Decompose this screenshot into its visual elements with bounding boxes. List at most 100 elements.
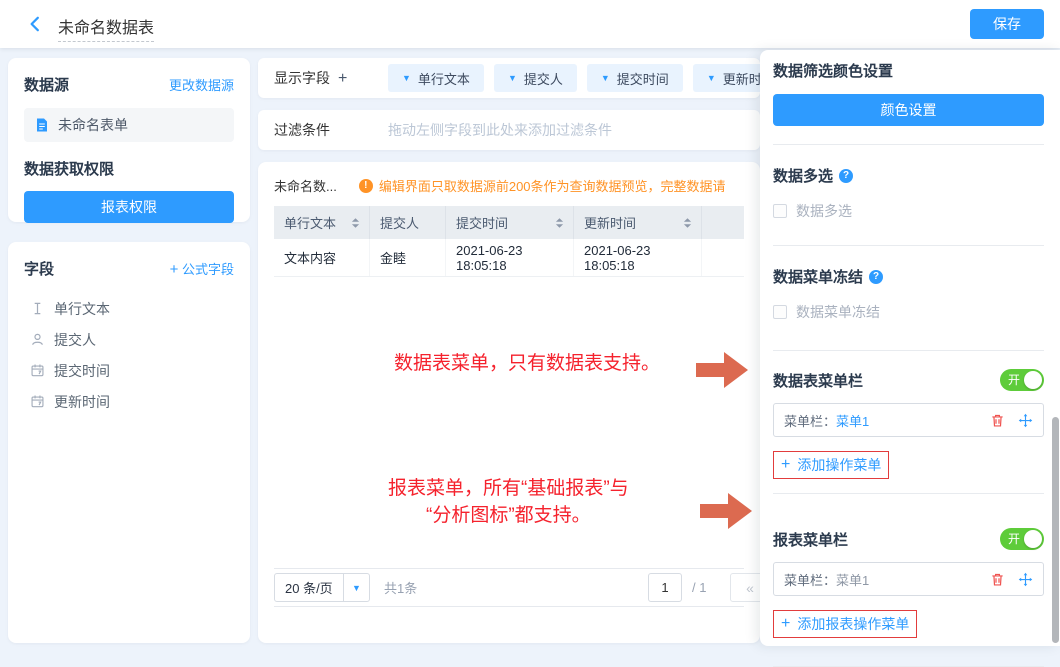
grid-column-header[interactable]: 提交人 <box>370 206 446 239</box>
chevron-down-icon: ▼ <box>707 73 716 83</box>
table-title: 未命名数... <box>274 176 337 195</box>
annotation-table-menu: 数据表菜单，只有数据表支持。 <box>394 350 660 377</box>
page-size-select[interactable]: 20 条/页 ▼ <box>274 573 370 602</box>
field-item[interactable]: 提交人 <box>24 324 234 355</box>
sort-arrows-icon[interactable] <box>676 216 693 230</box>
report-permission-button[interactable]: 报表权限 <box>24 191 234 223</box>
divider <box>773 493 1044 494</box>
grid-column-header[interactable]: 提交时间 <box>446 206 574 239</box>
table-cell: 金睦 <box>370 239 446 276</box>
block-arrow-right-icon <box>700 489 752 538</box>
table-row[interactable]: 文本内容金睦2021-06-23 18:05:182021-06-23 18:0… <box>274 239 744 277</box>
total-count: 共1条 <box>384 578 417 597</box>
page-title[interactable]: 未命名数据表 <box>58 14 154 42</box>
data-preview-panel: 未命名数... ! 编辑界面只取数据源前200条作为查询数据预览，完整数据请 单… <box>258 162 760 643</box>
menu-name-link[interactable]: 菜单1 <box>836 411 869 430</box>
checkbox-icon <box>773 204 787 218</box>
table-menu-section-header: 数据表菜单栏 开 <box>773 369 1044 391</box>
field-item[interactable]: 单行文本 <box>24 293 234 324</box>
table-cell: 文本内容 <box>274 239 370 276</box>
pagination-bar: 20 条/页 ▼ 共1条 1 / 1 « <box>274 568 744 607</box>
chevron-down-icon: ▼ <box>601 73 610 83</box>
grid-column-header[interactable]: 单行文本 <box>274 206 370 239</box>
grid-column-header[interactable]: 更新时间 <box>574 206 702 239</box>
plus-icon: + <box>170 261 179 278</box>
divider <box>773 245 1044 246</box>
display-fields-bar: 显示字段+ ▼单行文本 ▼提交人 ▼提交时间 ▼更新时间 <box>258 58 760 98</box>
add-formula-field-link[interactable]: + 公式字段 <box>170 259 234 278</box>
color-settings-title: 数据筛选颜色设置 <box>773 60 1044 81</box>
fields-panel: 字段 + 公式字段 单行文本提交人提交时间更新时间 <box>8 242 250 643</box>
color-settings-button[interactable]: 颜色设置 <box>773 94 1044 126</box>
save-button[interactable]: 保存 <box>970 9 1044 39</box>
divider <box>773 350 1044 351</box>
warning-icon: ! <box>359 179 373 193</box>
menu-freeze-title: 数据菜单冻结 ? <box>773 266 1044 287</box>
calendar-icon <box>30 394 45 409</box>
display-field-chip[interactable]: ▼提交人 <box>494 64 577 92</box>
change-datasource-link[interactable]: 更改数据源 <box>169 75 234 94</box>
preview-warning: ! 编辑界面只取数据源前200条作为查询数据预览，完整数据请 <box>359 176 726 195</box>
display-fields-label: 显示字段+ <box>274 68 388 88</box>
table-menu-item: 菜单栏： 菜单1 <box>773 403 1044 437</box>
report-menu-item: 菜单栏： 菜单1 <box>773 562 1044 596</box>
menu-name-link[interactable]: 菜单1 <box>836 570 869 589</box>
datasource-panel: 数据源 更改数据源 未命名表单 数据获取权限 报表权限 <box>8 58 250 222</box>
warning-text: 编辑界面只取数据源前200条作为查询数据预览，完整数据请 <box>379 176 726 195</box>
field-item[interactable]: 更新时间 <box>24 386 234 417</box>
block-arrow-right-icon <box>696 348 748 397</box>
report-menu-title: 报表菜单栏 <box>773 529 848 550</box>
divider <box>773 144 1044 145</box>
report-menu-section-header: 报表菜单栏 开 <box>773 528 1044 550</box>
page-size-value: 20 条/页 <box>275 578 343 597</box>
user-icon <box>30 332 45 347</box>
field-item[interactable]: 提交时间 <box>24 355 234 386</box>
datasource-name: 未命名表单 <box>58 115 128 135</box>
table-cell-filler <box>702 239 744 276</box>
chevron-down-icon: ▼ <box>508 73 517 83</box>
help-icon[interactable]: ? <box>869 270 883 284</box>
document-icon <box>34 117 50 133</box>
add-report-menu-link[interactable]: + 添加报表操作菜单 <box>773 610 917 638</box>
back-icon[interactable] <box>26 15 44 38</box>
data-grid: 单行文本提交人提交时间更新时间 文本内容金睦 2021-06-23 18:05:1… <box>274 206 744 277</box>
add-table-menu-link[interactable]: + 添加操作菜单 <box>773 451 889 479</box>
multi-select-checkbox[interactable]: 数据多选 <box>773 201 1044 221</box>
annotation-report-menu: 报表菜单，所有“基础报表”与 “分析图标”都支持。 <box>388 475 629 529</box>
help-icon[interactable]: ? <box>839 169 853 183</box>
filter-bar: 过滤条件 拖动左侧字段到此处来添加过滤条件 <box>258 110 760 150</box>
checkbox-icon <box>773 305 787 319</box>
display-field-chips: ▼单行文本 ▼提交人 ▼提交时间 ▼更新时间 <box>388 64 760 92</box>
trash-icon[interactable] <box>990 572 1005 587</box>
display-field-chip[interactable]: ▼单行文本 <box>388 64 484 92</box>
filter-label: 过滤条件 <box>274 120 388 140</box>
top-bar: 未命名数据表 保存 <box>0 0 1060 48</box>
table-menu-toggle[interactable]: 开 <box>1000 369 1044 391</box>
plus-icon: + <box>781 617 790 631</box>
datasource-title: 数据源 <box>24 74 69 95</box>
move-cross-icon[interactable] <box>1018 572 1033 587</box>
scrollbar-thumb[interactable] <box>1052 417 1059 643</box>
filter-dropzone-placeholder[interactable]: 拖动左侧字段到此处来添加过滤条件 <box>388 120 612 140</box>
menu-freeze-checkbox[interactable]: 数据菜单冻结 <box>773 302 1044 322</box>
text-icon <box>30 301 45 316</box>
calendar-icon <box>30 363 45 378</box>
page-number-input[interactable]: 1 <box>648 573 682 602</box>
grid-header-filler <box>702 206 744 239</box>
fields-title: 字段 <box>24 258 54 279</box>
trash-icon[interactable] <box>990 413 1005 428</box>
plus-icon: + <box>781 458 790 472</box>
sort-arrows-icon[interactable] <box>548 216 565 230</box>
page-total-label: / 1 <box>692 580 706 595</box>
display-field-chip[interactable]: ▼提交时间 <box>587 64 683 92</box>
add-display-field-button[interactable]: + <box>338 70 347 87</box>
move-cross-icon[interactable] <box>1018 413 1033 428</box>
table-cell: 2021-06-23 18:05:18 <box>574 239 702 276</box>
datasource-item[interactable]: 未命名表单 <box>24 108 234 142</box>
chevron-down-icon: ▼ <box>402 73 411 83</box>
settings-panel: 数据筛选颜色设置 颜色设置 数据多选 ? 数据多选 数据菜单冻结 ? 数据菜单冻… <box>760 50 1060 646</box>
report-menu-toggle[interactable]: 开 <box>1000 528 1044 550</box>
display-field-chip[interactable]: ▼更新时间 <box>693 64 760 92</box>
field-list: 单行文本提交人提交时间更新时间 <box>24 293 234 417</box>
sort-arrows-icon[interactable] <box>344 216 361 230</box>
